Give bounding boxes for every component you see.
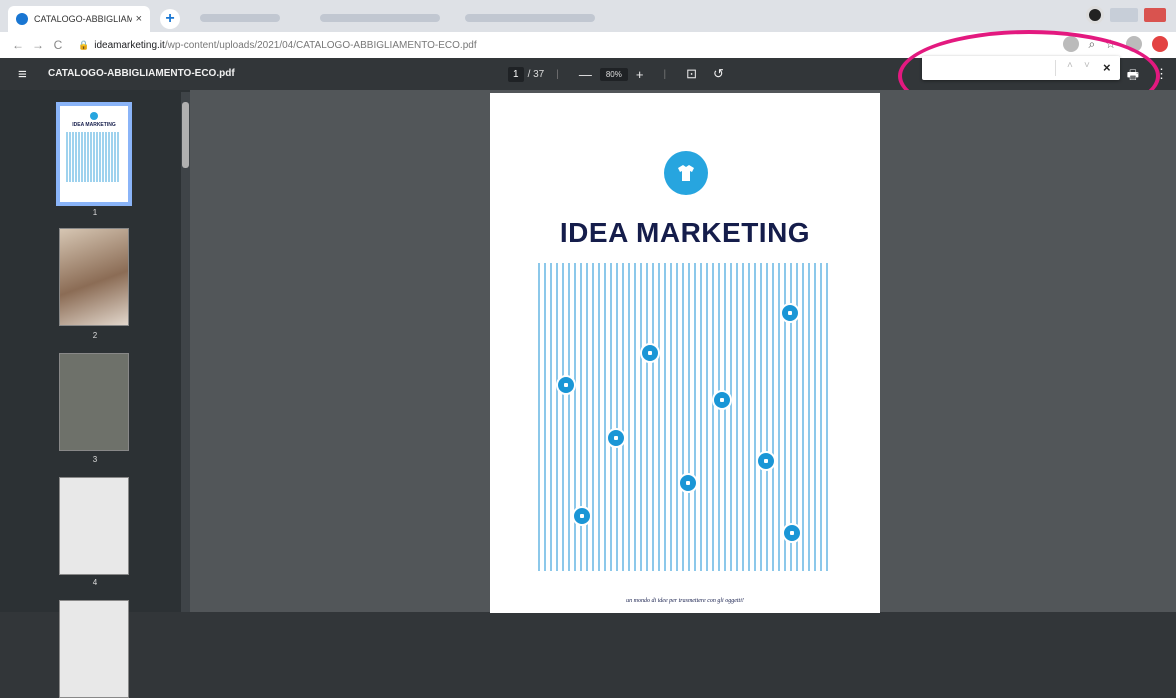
bottle-icon bbox=[782, 523, 802, 543]
lock-icon: 🔒 bbox=[78, 39, 90, 50]
fit-page-icon[interactable]: ⊡ bbox=[686, 66, 697, 82]
profile-icon[interactable] bbox=[1086, 6, 1104, 24]
tab-close-icon[interactable]: × bbox=[136, 13, 142, 25]
tagline: un mondo di idee per trasmettere con gli… bbox=[626, 598, 744, 604]
back-button[interactable]: ← bbox=[10, 38, 26, 52]
thumbnail-page-1[interactable]: IDEA MARKETING bbox=[56, 102, 132, 206]
url-path: /wp-content/uploads/2021/04/CATALOGO-ABB… bbox=[164, 39, 477, 51]
pen-icon bbox=[606, 428, 626, 448]
new-tab-button[interactable]: + bbox=[160, 9, 180, 29]
pdf-file-name: CATALOGO-ABBIGLIAMENTO-ECO.pdf bbox=[48, 68, 235, 79]
mini-logo-icon bbox=[90, 112, 98, 120]
extension-red-icon[interactable] bbox=[1152, 36, 1168, 52]
thumbnail-page-2[interactable] bbox=[59, 228, 129, 326]
url-host: ideamarketing.it bbox=[94, 39, 165, 51]
rotate-icon[interactable]: ↺ bbox=[713, 66, 724, 82]
blurred-tab[interactable] bbox=[320, 14, 440, 22]
thumbnail-sidebar: IDEA MARKETING 1 2 3 4 bbox=[0, 90, 190, 698]
thumbnail-label: 3 bbox=[92, 455, 98, 464]
menu-icon[interactable]: ≡ bbox=[18, 66, 27, 83]
pdf-page: IDEA MARKETING un mondo di idee per tras… bbox=[490, 93, 880, 613]
mini-title: IDEA MARKETING bbox=[72, 122, 116, 128]
clock-icon bbox=[640, 343, 660, 363]
zoom-out-button[interactable]: — bbox=[579, 67, 592, 82]
cap-icon bbox=[572, 506, 592, 526]
mini-stripes bbox=[66, 132, 120, 182]
calculator-icon bbox=[712, 390, 732, 410]
notebook-icon bbox=[556, 375, 576, 395]
toolbar-divider: | bbox=[663, 68, 667, 80]
thumbnail-label: 4 bbox=[92, 578, 98, 587]
thumbnail-page-5[interactable] bbox=[59, 600, 129, 698]
tab-catalogo[interactable]: CATALOGO-ABBIGLIAMENTO-E × bbox=[8, 6, 150, 32]
minimize-button[interactable] bbox=[1110, 8, 1138, 22]
toolbar-divider: | bbox=[556, 68, 559, 80]
blurred-tab[interactable] bbox=[200, 14, 280, 22]
thumbnail-page-4[interactable] bbox=[59, 477, 129, 575]
site-favicon-icon bbox=[16, 13, 28, 25]
scrollbar-thumb[interactable] bbox=[182, 102, 189, 168]
pdf-viewport[interactable]: IDEA MARKETING un mondo di idee per tras… bbox=[190, 90, 1176, 613]
page-number-input[interactable]: 1 bbox=[508, 66, 524, 82]
tag-icon bbox=[756, 451, 776, 471]
tab-strip: CATALOGO-ABBIGLIAMENTO-E × + bbox=[0, 0, 1176, 32]
page-total: / 37 bbox=[527, 68, 545, 80]
tshirt-icon bbox=[678, 165, 694, 181]
blurred-tab[interactable] bbox=[465, 14, 595, 22]
window-controls bbox=[1086, 6, 1166, 24]
page-controls: 1 / 37 | — 80% + | ⊡ ↺ bbox=[508, 66, 732, 82]
tab-title: CATALOGO-ABBIGLIAMENTO-E bbox=[34, 14, 132, 24]
reload-button[interactable]: C bbox=[50, 38, 66, 52]
thumbnail-page-3[interactable] bbox=[59, 353, 129, 451]
mug-icon bbox=[678, 473, 698, 493]
sidebar-scrollbar[interactable] bbox=[181, 92, 190, 612]
close-window-button[interactable] bbox=[1144, 8, 1166, 22]
url-field[interactable]: 🔒 ideamarketing.it /wp-content/uploads/2… bbox=[78, 40, 477, 51]
thumbnail-label: 2 bbox=[92, 331, 98, 340]
zoom-in-button[interactable]: + bbox=[636, 67, 644, 82]
forward-button[interactable]: → bbox=[30, 38, 46, 52]
pill-icon bbox=[780, 303, 800, 323]
zoom-input[interactable]: 80% bbox=[599, 67, 628, 81]
thumbnail-label: 1 bbox=[92, 208, 98, 217]
brand-title: IDEA MARKETING bbox=[559, 217, 811, 248]
